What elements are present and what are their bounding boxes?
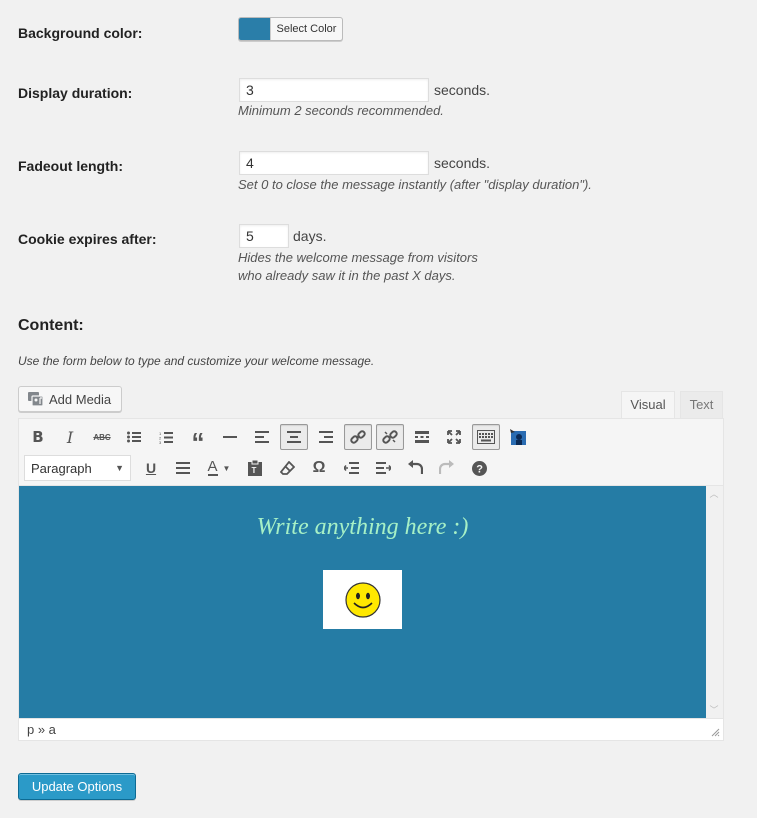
smiley-face-icon <box>344 581 381 618</box>
undo-icon[interactable] <box>401 455 429 481</box>
display-duration-suffix: seconds. <box>434 82 491 98</box>
blockquote-icon[interactable]: “ <box>184 424 212 455</box>
fadeout-length-input[interactable]: 4 <box>239 151 429 175</box>
editor-scrollbar[interactable]: ︿ ﹀ <box>706 486 723 718</box>
fadeout-length-suffix: seconds. <box>434 155 491 171</box>
select-color-label: Select Color <box>270 18 342 40</box>
text-color-icon[interactable]: A ▼ <box>201 455 237 481</box>
align-right-icon[interactable] <box>312 424 340 450</box>
svg-text:?: ? <box>476 463 483 475</box>
editor-statusbar: p » a <box>19 718 723 740</box>
select-color-button[interactable]: Select Color <box>238 17 343 41</box>
unlink-icon[interactable] <box>376 424 404 450</box>
update-options-button[interactable]: Update Options <box>18 773 136 800</box>
help-icon[interactable]: ? <box>465 455 493 481</box>
element-path[interactable]: p » a <box>27 722 56 737</box>
wp-smiley-plugin-icon[interactable] <box>504 424 532 450</box>
smiley-image[interactable] <box>323 570 402 629</box>
indent-icon[interactable] <box>369 455 397 481</box>
content-section-description: Use the form below to type and customize… <box>18 354 375 368</box>
cookie-expires-suffix: days. <box>293 228 327 244</box>
redo-icon[interactable] <box>433 455 461 481</box>
fullscreen-icon[interactable] <box>440 424 468 450</box>
cookie-expires-label: Cookie expires after: <box>18 231 157 247</box>
horizontal-rule-icon[interactable] <box>216 424 244 450</box>
justify-icon[interactable] <box>169 455 197 481</box>
content-section-title: Content: <box>18 317 84 334</box>
read-more-icon[interactable] <box>408 424 436 450</box>
tab-text[interactable]: Text <box>680 391 723 419</box>
cookie-expires-input[interactable]: 5 <box>239 224 289 248</box>
rich-text-editor: B I ABC 123 “ Paragraph ▼ U A ▼ T Ω ? Wr… <box>18 418 724 741</box>
paragraph-format-select[interactable]: Paragraph ▼ <box>24 455 131 481</box>
outdent-icon[interactable] <box>337 455 365 481</box>
display-duration-input[interactable]: 3 <box>239 78 429 102</box>
clear-formatting-icon[interactable] <box>273 455 301 481</box>
display-duration-label: Display duration: <box>18 85 133 101</box>
welcome-message-heading: Write anything here :) <box>256 514 469 540</box>
fadeout-length-label: Fadeout length: <box>18 158 123 174</box>
toolbar-row-2: Paragraph ▼ U A ▼ T Ω ? <box>24 453 497 483</box>
special-character-icon[interactable]: Ω <box>305 455 333 481</box>
background-color-label: Background color: <box>18 25 143 41</box>
tab-visual[interactable]: Visual <box>621 391 675 419</box>
bullet-list-icon[interactable] <box>120 424 148 450</box>
fadeout-length-description: Set 0 to close the message instantly (af… <box>238 177 592 192</box>
color-swatch[interactable] <box>239 18 270 40</box>
add-media-icon <box>28 392 44 407</box>
svg-text:T: T <box>252 466 257 475</box>
scroll-down-icon[interactable]: ﹀ <box>709 705 719 715</box>
italic-icon[interactable]: I <box>56 424 84 450</box>
display-duration-description: Minimum 2 seconds recommended. <box>238 103 444 118</box>
toolbar-toggle-icon[interactable] <box>472 424 500 450</box>
svg-text:3: 3 <box>159 440 162 444</box>
numbered-list-icon[interactable]: 123 <box>152 424 180 450</box>
format-select-value: Paragraph <box>31 460 92 476</box>
strikethrough-icon[interactable]: ABC <box>88 424 116 450</box>
align-center-icon[interactable] <box>280 424 308 450</box>
link-icon[interactable] <box>344 424 372 450</box>
editor-toolbar: B I ABC 123 “ Paragraph ▼ U A ▼ T Ω ? <box>19 419 723 486</box>
chevron-down-icon: ▼ <box>115 463 124 473</box>
toolbar-row-1: B I ABC 123 “ <box>24 422 536 455</box>
add-media-label: Add Media <box>49 391 112 407</box>
paste-text-icon[interactable]: T <box>241 455 269 481</box>
cookie-expires-description-1: Hides the welcome message from visitors <box>238 250 478 265</box>
underline-icon[interactable]: U <box>137 455 165 481</box>
scroll-up-icon[interactable]: ︿ <box>709 489 719 499</box>
editor-content-area[interactable]: Write anything here :) <box>19 486 706 718</box>
align-left-icon[interactable] <box>248 424 276 450</box>
bold-icon[interactable]: B <box>24 424 52 450</box>
add-media-button[interactable]: Add Media <box>18 386 122 412</box>
cookie-expires-description-2: who already saw it in the past X days. <box>238 268 456 283</box>
resize-handle-icon[interactable] <box>711 728 720 737</box>
